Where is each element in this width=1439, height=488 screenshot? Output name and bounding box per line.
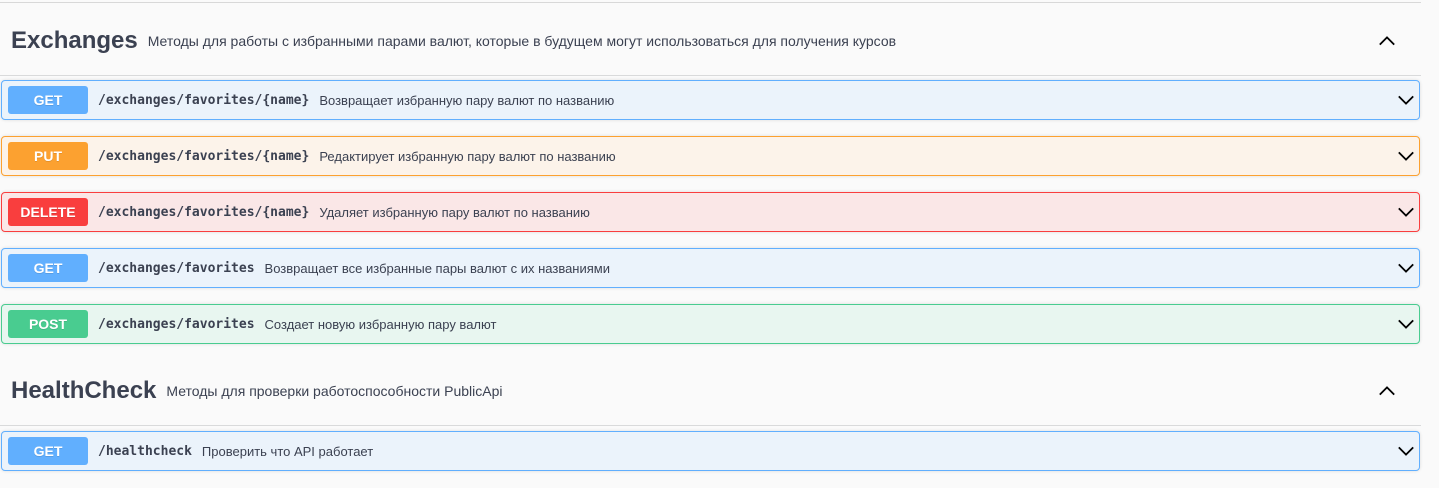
operation-get-healthcheck[interactable]: GET /healthcheck Проверить что API работ… — [1, 431, 1420, 471]
chevron-down-icon[interactable] — [1397, 91, 1415, 109]
method-badge: POST — [8, 310, 88, 338]
tag-section-healthcheck: HealthCheck Методы для проверки работосп… — [0, 356, 1421, 426]
chevron-up-icon[interactable] — [1378, 32, 1396, 50]
operation-summary: Удаляет избранную пару валют по названию — [319, 204, 590, 220]
operation-path: /exchanges/favorites/{name} — [98, 148, 310, 164]
divider — [0, 2, 1421, 3]
method-badge: GET — [8, 254, 88, 282]
method-badge: PUT — [8, 142, 88, 170]
chevron-down-icon[interactable] — [1397, 442, 1415, 460]
method-badge: GET — [8, 437, 88, 465]
operation-delete-favorite-by-name[interactable]: DELETE /exchanges/favorites/{name} Удаля… — [1, 192, 1420, 232]
tag-section-exchanges: Exchanges Методы для работы с избранными… — [0, 6, 1421, 76]
operation-summary: Проверить что API работает — [201, 443, 374, 459]
chevron-down-icon[interactable] — [1397, 259, 1415, 277]
chevron-down-icon[interactable] — [1397, 203, 1415, 221]
operation-summary: Возвращает избранную пару валют по назва… — [319, 92, 615, 108]
operation-summary: Редактирует избранную пару валют по назв… — [319, 148, 616, 164]
tag-title: HealthCheck — [11, 376, 157, 404]
tag-header-exchanges[interactable]: Exchanges Методы для работы с избранными… — [0, 6, 1421, 76]
operation-path: /exchanges/favorites — [98, 260, 255, 276]
tag-description: Методы для проверки работоспособности Pu… — [166, 382, 503, 399]
chevron-up-icon[interactable] — [1378, 382, 1396, 400]
chevron-down-icon[interactable] — [1397, 315, 1415, 333]
operation-summary: Создает новую избранную пару валют — [264, 316, 497, 332]
operation-path: /healthcheck — [98, 443, 192, 459]
operation-get-favorite-by-name[interactable]: GET /exchanges/favorites/{name} Возвраща… — [1, 80, 1420, 120]
operation-path: /exchanges/favorites — [98, 316, 255, 332]
tag-header-healthcheck[interactable]: HealthCheck Методы для проверки работосп… — [0, 356, 1421, 426]
operation-path: /exchanges/favorites/{name} — [98, 204, 310, 220]
method-badge: DELETE — [8, 198, 88, 226]
operation-get-all-favorites[interactable]: GET /exchanges/favorites Возвращает все … — [1, 248, 1420, 288]
tag-title: Exchanges — [11, 26, 138, 54]
operation-put-favorite-by-name[interactable]: PUT /exchanges/favorites/{name} Редактир… — [1, 136, 1420, 176]
operation-path: /exchanges/favorites/{name} — [98, 92, 310, 108]
operation-summary: Возвращает все избранные пары валют с их… — [264, 260, 610, 276]
method-badge: GET — [8, 86, 88, 114]
swagger-page: Exchanges Методы для работы с избранными… — [0, 0, 1439, 488]
operation-post-favorite[interactable]: POST /exchanges/favorites Создает новую … — [1, 304, 1420, 344]
chevron-down-icon[interactable] — [1397, 147, 1415, 165]
tag-description: Методы для работы с избранными парами ва… — [147, 32, 897, 49]
